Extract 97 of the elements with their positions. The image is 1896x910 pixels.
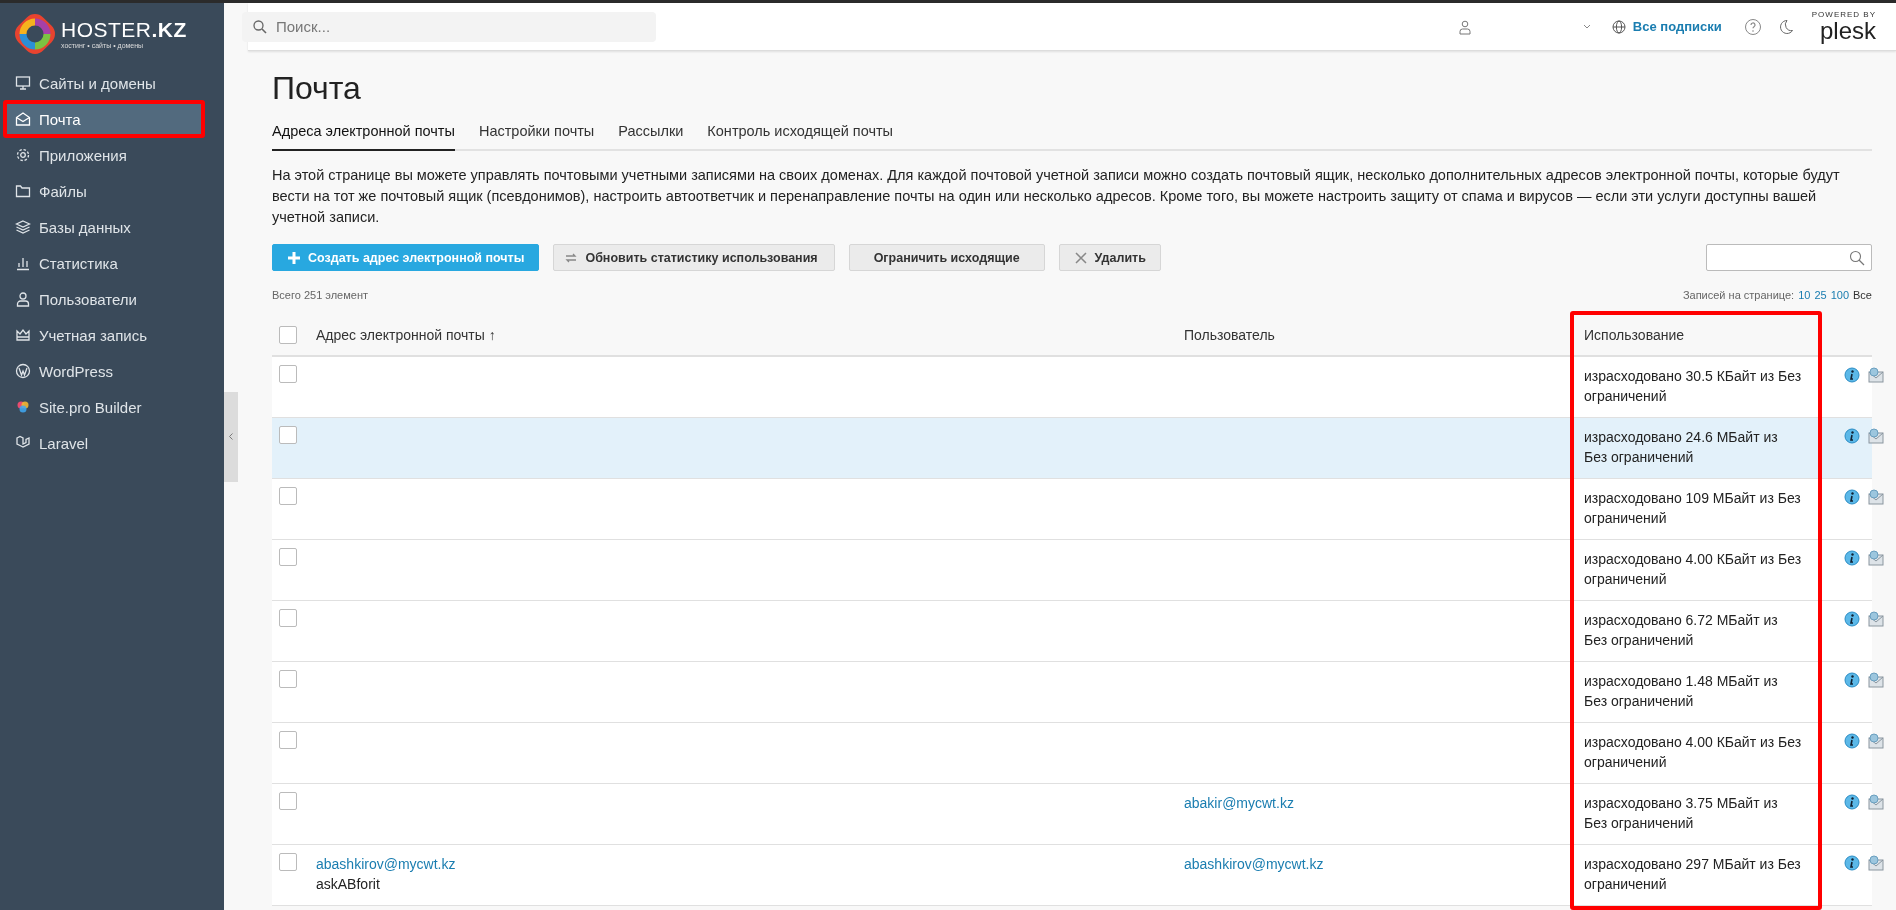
- envelope-icon[interactable]: [1868, 428, 1884, 444]
- tab[interactable]: Настройки почты: [478, 119, 595, 151]
- sidebar-item[interactable]: Базы данных: [0, 209, 224, 245]
- colorful-swirl-icon: [15, 399, 31, 415]
- toolbar-button[interactable]: Удалить: [1058, 244, 1161, 271]
- envelope-icon[interactable]: [1868, 550, 1884, 566]
- user-icon: [15, 291, 31, 307]
- user-link[interactable]: abakir@mycwt.kz: [1184, 795, 1294, 811]
- cross-icon: [1073, 250, 1088, 265]
- row-checkbox[interactable]: [279, 487, 297, 505]
- subscriptions-link[interactable]: Все подписки: [1610, 18, 1722, 35]
- sidebar-item[interactable]: WordPress: [0, 353, 224, 389]
- search-icon: [252, 18, 268, 35]
- usage-text: израсходовано 4.00 КБайт из Без ограничений: [1583, 733, 1803, 772]
- row-checkbox[interactable]: [279, 670, 297, 688]
- per-page-label: Записей на странице:: [1682, 289, 1795, 301]
- bar-chart-icon: [15, 255, 31, 271]
- monitor-icon: [15, 75, 31, 91]
- crown-icon: [15, 327, 31, 343]
- envelope-icon[interactable]: [1868, 367, 1884, 383]
- info-icon[interactable]: [1844, 428, 1860, 444]
- usage-text: израсходовано 1.48 МБайт из Без ограничений: [1583, 672, 1779, 711]
- moon-icon[interactable]: [1777, 18, 1794, 35]
- row-checkbox[interactable]: [279, 609, 297, 627]
- list-search-field[interactable]: [1706, 244, 1872, 271]
- email-link[interactable]: abashkirov@mycwt.kz: [316, 856, 456, 872]
- help-icon[interactable]: [1743, 17, 1762, 36]
- per-page-option[interactable]: Все: [1853, 289, 1872, 301]
- user-link[interactable]: abashkirov@mycwt.kz: [1184, 856, 1324, 872]
- sidebar-item[interactable]: Пользователи: [0, 281, 224, 317]
- collapse-handle[interactable]: [224, 391, 238, 482]
- row-checkbox[interactable]: [279, 426, 297, 444]
- envelope-icon[interactable]: [1868, 611, 1884, 627]
- wordpress-icon: [15, 363, 31, 379]
- tab[interactable]: Адреса электронной почты: [272, 119, 455, 151]
- tab[interactable]: Рассылки: [618, 119, 684, 151]
- select-all-checkbox[interactable]: [279, 326, 297, 344]
- toolbar-button[interactable]: Ограничить исходящие: [848, 244, 1045, 271]
- globe-icon: [1610, 18, 1627, 35]
- brand-name: HOSTER.KZ: [61, 18, 187, 41]
- sidebar-item[interactable]: Файлы: [0, 173, 224, 209]
- user-icon[interactable]: [1456, 18, 1473, 35]
- info-icon[interactable]: [1844, 611, 1860, 627]
- total-count: Всего 251 элемент: [272, 289, 368, 301]
- sidebar-item[interactable]: Почта: [4, 101, 204, 137]
- sidebar-item[interactable]: Сайты и домены: [0, 65, 224, 101]
- usage-text: израсходовано 3.75 МБайт из Без ограничений: [1583, 794, 1779, 833]
- sidebar-item[interactable]: Site.pro Builder: [0, 389, 224, 425]
- search-icon: [1849, 249, 1865, 266]
- info-icon[interactable]: [1844, 489, 1860, 505]
- row-checkbox[interactable]: [279, 365, 297, 383]
- sidebar-item[interactable]: Laravel: [0, 425, 224, 461]
- row-checkbox[interactable]: [279, 853, 297, 871]
- info-icon[interactable]: [1844, 855, 1860, 871]
- envelope-icon[interactable]: [1868, 794, 1884, 810]
- usage-text: израсходовано 109 МБайт из Без ограничений: [1583, 489, 1802, 528]
- envelope-icon[interactable]: [1868, 733, 1884, 749]
- plesk-logo: plesk: [1819, 19, 1876, 43]
- page-description: На этой странице вы можете управлять почтовыми учетными записями на своих доменах. Для каждой почтовой учетной записи можно создать почтовый ящик, несколько дополнительных адресов электронной почты, которые будут вести на тот же почтовый ящик (псевдонимов), настроить автоответчик и перенаправление почты на один или несколько адресов. Кроме того, вы можете настроить защиту от спама и вирусов — если эти услуги доступны вашей учетной записи.: [272, 166, 1841, 227]
- sidebar-item[interactable]: Статистика: [0, 245, 224, 281]
- search-field[interactable]: Поиск...: [242, 11, 656, 42]
- envelope-icon[interactable]: [1868, 489, 1884, 505]
- toolbar-button[interactable]: Обновить статистику использования: [553, 244, 835, 271]
- per-page-option[interactable]: 25: [1814, 289, 1827, 301]
- per-page-option[interactable]: 100: [1830, 289, 1850, 301]
- usage-text: израсходовано 297 МБайт из Без ограничений: [1583, 855, 1802, 894]
- column-header[interactable]: Адрес электронной почты ↑: [316, 325, 1184, 345]
- info-icon[interactable]: [1844, 733, 1860, 749]
- usage-text: израсходовано 30.5 КБайт из Без ограничений: [1583, 367, 1803, 406]
- envelope-icon[interactable]: [1868, 672, 1884, 688]
- row-checkbox[interactable]: [279, 792, 297, 810]
- sidebar-item[interactable]: Учетная запись: [0, 317, 224, 353]
- per-page-option[interactable]: 10: [1798, 289, 1811, 301]
- plus-icon: [287, 250, 301, 265]
- powered-by-label: POWERED BY: [1811, 10, 1876, 19]
- envelope-icon: [15, 111, 31, 127]
- column-header[interactable]: Пользователь: [1184, 325, 1576, 345]
- folder-icon: [15, 183, 31, 199]
- sidebar-item[interactable]: Приложения: [0, 137, 224, 173]
- page-title: Почта: [272, 69, 362, 108]
- column-header[interactable]: Использование: [1576, 325, 1824, 345]
- gear-icon: [15, 147, 31, 163]
- row-checkbox[interactable]: [279, 548, 297, 566]
- colorful-knot-logo: [15, 14, 55, 54]
- usage-text: израсходовано 24.6 МБайт из Без ограничений: [1583, 428, 1779, 467]
- caret-icon[interactable]: [1582, 23, 1591, 30]
- info-icon[interactable]: [1844, 794, 1860, 810]
- row-checkbox[interactable]: [279, 731, 297, 749]
- usage-text: израсходовано 6.72 МБайт из Без ограничений: [1583, 611, 1779, 650]
- tab[interactable]: Контроль исходящей почты: [707, 119, 894, 151]
- info-icon[interactable]: [1844, 672, 1860, 688]
- info-icon[interactable]: [1844, 550, 1860, 566]
- info-icon[interactable]: [1844, 367, 1860, 383]
- envelope-icon[interactable]: [1868, 855, 1884, 871]
- email-description: askABforit: [316, 876, 380, 892]
- usage-text: израсходовано 4.00 КБайт из Без ограничений: [1583, 550, 1803, 589]
- layers-icon: [15, 219, 31, 235]
